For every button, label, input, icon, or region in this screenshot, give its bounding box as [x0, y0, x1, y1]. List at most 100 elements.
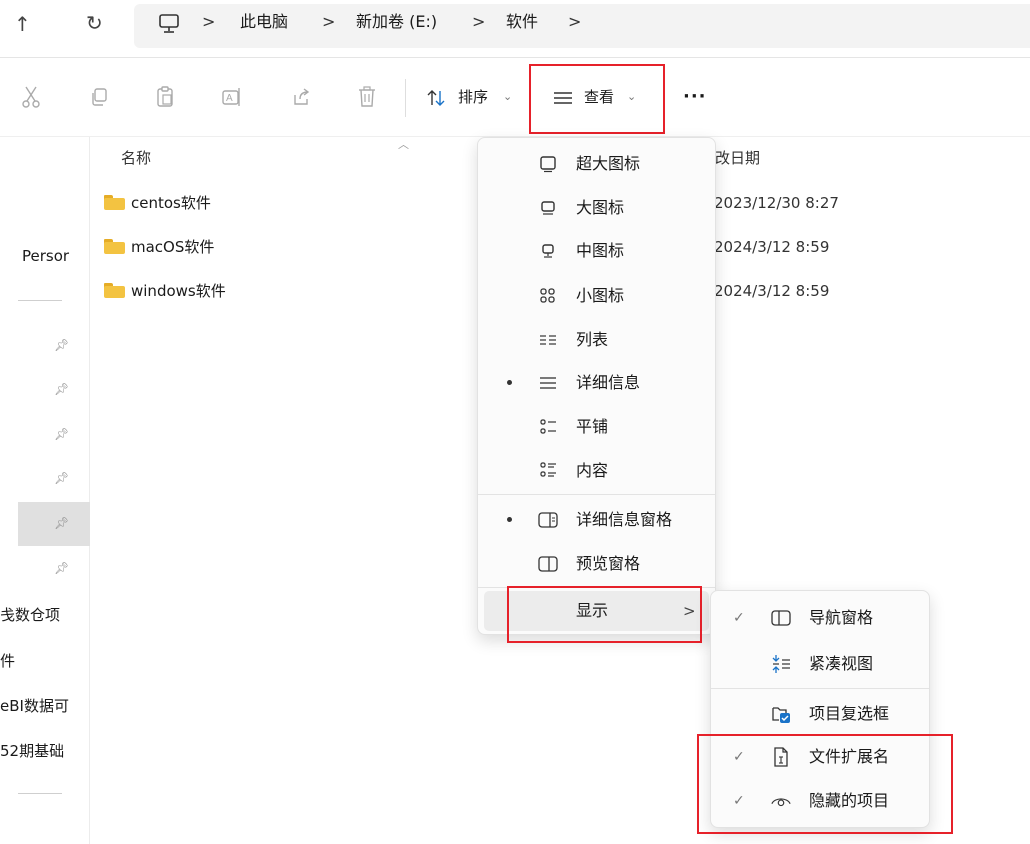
show-submenu: ✓ 导航窗格 紧凑视图 项目复选框 ✓ 文件扩展名 ✓ 隐藏的项目 [710, 590, 930, 828]
breadcrumb-separator: > [472, 12, 486, 31]
file-date: 2023/12/30 8:27 [714, 194, 839, 212]
this-pc-icon [158, 14, 180, 34]
tiles-icon [538, 417, 558, 437]
menu-item-details-pane[interactable]: 详细信息窗格 [478, 500, 715, 540]
column-header-name[interactable]: 名称 [121, 148, 151, 168]
menu-item-label: 大图标 [576, 198, 625, 217]
folder-icon [104, 283, 125, 298]
small-icons-icon [538, 286, 558, 306]
menu-item-label: 项目复选框 [809, 704, 890, 723]
menu-item-small-icons[interactable]: 小图标 [478, 276, 715, 316]
checkmark-icon: ✓ [733, 610, 745, 626]
sort-icon[interactable] [426, 88, 446, 108]
divider [0, 57, 1030, 58]
file-date: 2024/3/12 8:59 [714, 282, 830, 300]
paste-icon[interactable] [148, 80, 182, 114]
share-icon[interactable] [284, 80, 318, 114]
menu-separator [478, 494, 715, 495]
file-extension-icon [771, 747, 791, 767]
breadcrumb-software[interactable]: 软件 [506, 0, 538, 44]
file-date-clip: 2023/12/30 8:27 [714, 193, 844, 213]
pin-icon: 📌︎ [54, 427, 70, 441]
nav-item-data-warehouse[interactable]: 戋数仓项 [0, 604, 90, 625]
menu-item-label: 内容 [576, 461, 609, 480]
menu-item-medium-icons[interactable]: 中图标 [478, 231, 715, 271]
cut-icon[interactable] [14, 80, 48, 114]
file-date-clip: 2024/3/12 8:59 [714, 237, 844, 257]
compact-view-icon [771, 654, 791, 674]
nav-item-bi-data[interactable]: eBI数据可 [0, 695, 90, 716]
menu-separator [711, 688, 929, 689]
menu-item-label: 文件扩展名 [809, 747, 890, 766]
refresh-icon[interactable]: ↻ [86, 13, 103, 33]
pin-icon: 📌︎ [54, 561, 70, 575]
nav-item-personal[interactable]: Persor [22, 247, 90, 265]
medium-icons-icon [538, 241, 558, 261]
menu-item-file-extensions[interactable]: ✓ 文件扩展名 [711, 737, 929, 777]
menu-item-show[interactable]: 显示 > [484, 591, 709, 631]
more-options-icon[interactable]: ··· [683, 86, 707, 107]
pin-icon: 📌︎ [54, 338, 70, 352]
menu-item-label: 列表 [576, 330, 609, 349]
chevron-down-icon: ⌄ [627, 90, 637, 103]
hidden-items-icon [771, 791, 791, 811]
divider [18, 793, 62, 794]
navigation-pane [0, 137, 90, 844]
details-icon [538, 373, 558, 393]
file-date: 2024/3/12 8:59 [714, 238, 830, 256]
menu-item-item-checkboxes[interactable]: 项目复选框 [711, 694, 929, 734]
checkmark-icon: ✓ [733, 749, 745, 765]
view-menu: 超大图标 大图标 中图标 小图标 列表 详细信息 平铺 内容 详细信息窗格 预览… [477, 137, 716, 635]
menu-item-label: 详细信息窗格 [576, 510, 673, 529]
selected-bullet-icon [507, 380, 512, 385]
selected-bullet-icon [507, 517, 512, 522]
pin-icon: 📌︎ [54, 471, 70, 485]
menu-item-tiles[interactable]: 平铺 [478, 407, 715, 447]
menu-item-label: 详细信息 [576, 373, 641, 392]
details-pane-icon [538, 510, 558, 530]
checkmark-icon: ✓ [733, 793, 745, 809]
sort-ascending-icon: ︿ [398, 138, 409, 151]
delete-icon[interactable] [350, 80, 384, 114]
file-name[interactable]: centos软件 [131, 193, 211, 213]
menu-item-preview-pane[interactable]: 预览窗格 [478, 544, 715, 584]
item-checkbox-icon [771, 704, 791, 724]
menu-item-details[interactable]: 详细信息 [478, 363, 715, 403]
divider [89, 137, 90, 844]
menu-item-hidden-items[interactable]: ✓ 隐藏的项目 [711, 781, 929, 821]
menu-item-content[interactable]: 内容 [478, 451, 715, 491]
breadcrumb-separator: > [568, 12, 582, 31]
folder-icon [104, 239, 125, 254]
file-name[interactable]: macOS软件 [131, 237, 214, 257]
view-button[interactable]: 查看 [584, 87, 614, 107]
content-icon [538, 461, 558, 481]
pin-icon: 📌︎ [54, 382, 70, 396]
chevron-right-icon: > [683, 602, 696, 620]
rename-icon[interactable]: A [216, 80, 250, 114]
pin-icon: 📌︎ [54, 516, 70, 530]
menu-item-large-icons[interactable]: 大图标 [478, 188, 715, 228]
menu-item-compact-view[interactable]: 紧凑视图 [711, 644, 929, 684]
menu-item-extra-large-icons[interactable]: 超大图标 [478, 144, 715, 184]
menu-item-list[interactable]: 列表 [478, 320, 715, 360]
copy-icon[interactable] [82, 80, 116, 114]
breadcrumb-this-pc[interactable]: 此电脑 [240, 0, 288, 44]
file-date-clip: 2024/3/12 8:59 [714, 281, 844, 301]
file-name[interactable]: windows软件 [131, 281, 226, 301]
menu-item-label: 显示 [576, 601, 609, 620]
menu-item-navigation-pane[interactable]: ✓ 导航窗格 [711, 598, 929, 638]
menu-item-label: 隐藏的项目 [809, 791, 890, 810]
extra-large-icons-icon [538, 154, 558, 174]
menu-item-label: 紧凑视图 [809, 654, 874, 673]
menu-item-label: 导航窗格 [809, 608, 874, 627]
sort-button[interactable]: 排序 [458, 87, 488, 107]
nav-item-software[interactable]: 件 [0, 650, 90, 671]
up-arrow-icon[interactable]: ↑ [14, 14, 31, 34]
view-details-icon [553, 90, 573, 106]
list-icon [538, 330, 558, 350]
menu-item-label: 平铺 [576, 417, 609, 436]
menu-item-label: 超大图标 [576, 154, 641, 173]
preview-pane-icon [538, 554, 558, 574]
nav-item-course[interactable]: 52期基础 [0, 740, 90, 761]
breadcrumb-drive-e[interactable]: 新加卷 (E:) [356, 0, 437, 44]
